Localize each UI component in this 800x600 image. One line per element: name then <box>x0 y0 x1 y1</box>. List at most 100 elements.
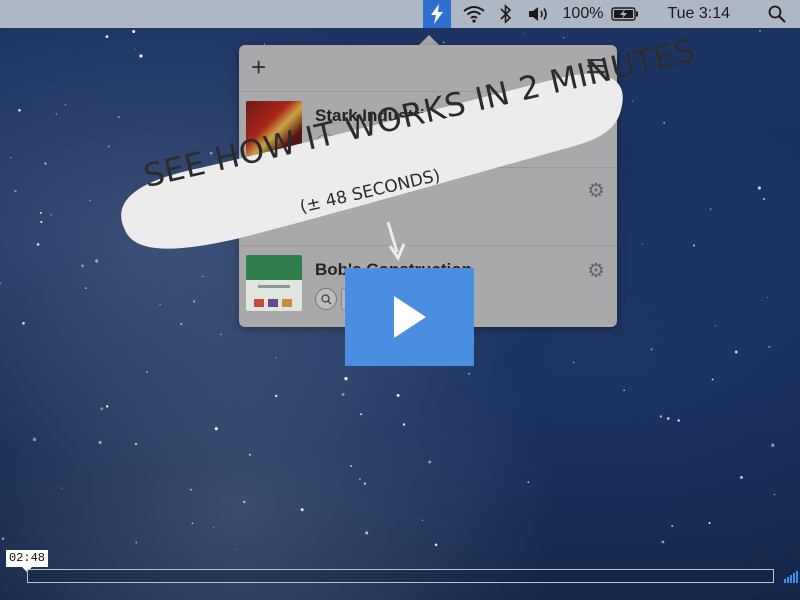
star <box>202 275 204 278</box>
hamburger-menu-icon[interactable] <box>587 59 605 73</box>
clock[interactable]: Tue 3:14 <box>643 0 760 28</box>
star <box>768 345 771 348</box>
site-actions: Local <box>315 134 434 156</box>
star <box>107 145 110 148</box>
star <box>641 243 643 245</box>
progress-bar[interactable] <box>27 569 774 583</box>
star <box>300 508 304 512</box>
star <box>773 493 776 496</box>
star <box>148 187 150 189</box>
star <box>220 333 222 336</box>
star <box>81 264 85 268</box>
star <box>134 48 136 51</box>
battery-percentage: 100% <box>562 5 604 22</box>
site-row[interactable]: ⚙ <box>239 167 617 248</box>
star <box>740 476 743 479</box>
gear-icon[interactable]: ⚙ <box>587 178 605 203</box>
star <box>402 423 406 426</box>
star <box>243 500 246 504</box>
star <box>84 287 87 290</box>
play-button[interactable] <box>345 268 474 366</box>
star <box>363 482 367 485</box>
star <box>666 417 670 420</box>
star <box>428 460 432 464</box>
star <box>94 259 99 263</box>
star <box>714 325 716 327</box>
star <box>98 440 102 445</box>
star <box>659 415 663 418</box>
star <box>709 208 712 210</box>
star <box>100 407 104 411</box>
star <box>117 116 120 118</box>
star <box>522 33 525 35</box>
star <box>40 220 43 223</box>
star <box>572 361 575 364</box>
menu-bar: 100% Tue 3:14 <box>0 0 800 28</box>
video-controls: 02:48 <box>0 540 800 600</box>
star <box>365 531 369 535</box>
star <box>105 35 109 38</box>
star <box>275 357 277 359</box>
star <box>708 522 711 524</box>
star <box>527 481 530 483</box>
star <box>209 151 213 155</box>
star <box>89 199 91 202</box>
star <box>32 437 37 442</box>
volume-icon[interactable] <box>521 0 557 28</box>
star <box>759 30 761 32</box>
star <box>275 394 278 398</box>
star <box>146 371 148 373</box>
search-icon[interactable] <box>760 0 794 28</box>
star <box>55 113 58 115</box>
current-time: 02:48 <box>6 550 48 567</box>
star <box>360 413 363 416</box>
search-icon[interactable] <box>315 288 337 310</box>
star <box>214 427 218 431</box>
star <box>562 36 565 39</box>
star <box>0 282 2 285</box>
start-button[interactable] <box>391 134 434 156</box>
star <box>39 211 42 214</box>
volume-bars-icon[interactable] <box>784 570 798 583</box>
star <box>623 389 625 392</box>
star <box>180 322 183 326</box>
star <box>170 233 174 236</box>
star <box>350 464 353 468</box>
star <box>132 29 136 34</box>
star <box>44 162 47 165</box>
star <box>193 300 196 303</box>
star <box>358 478 361 481</box>
star <box>711 378 714 381</box>
star <box>220 212 222 215</box>
wifi-icon[interactable] <box>457 0 491 28</box>
star <box>693 244 695 247</box>
popover-header: + <box>239 45 617 91</box>
star <box>757 186 761 190</box>
star <box>61 487 63 489</box>
star <box>159 303 161 306</box>
site-thumbnail <box>246 255 302 311</box>
star <box>189 488 192 491</box>
star <box>341 392 345 396</box>
star <box>631 100 634 102</box>
battery-charging-icon[interactable] <box>607 0 643 28</box>
star <box>14 189 17 193</box>
star <box>396 393 400 397</box>
star <box>139 54 143 58</box>
star <box>677 419 680 422</box>
star <box>442 41 445 44</box>
star <box>18 108 21 112</box>
local-badge[interactable]: Local <box>341 134 388 156</box>
bolt-icon[interactable] <box>422 0 451 28</box>
site-row[interactable]: Stark Industries Local <box>239 91 617 172</box>
star <box>771 443 775 447</box>
star <box>344 377 348 381</box>
star <box>50 214 53 216</box>
add-site-button[interactable]: + <box>251 54 266 80</box>
gear-icon[interactable]: ⚙ <box>587 258 605 283</box>
star <box>734 350 738 354</box>
bluetooth-icon[interactable] <box>491 0 521 28</box>
star <box>767 296 769 299</box>
search-icon[interactable] <box>315 134 337 156</box>
star <box>191 522 194 525</box>
